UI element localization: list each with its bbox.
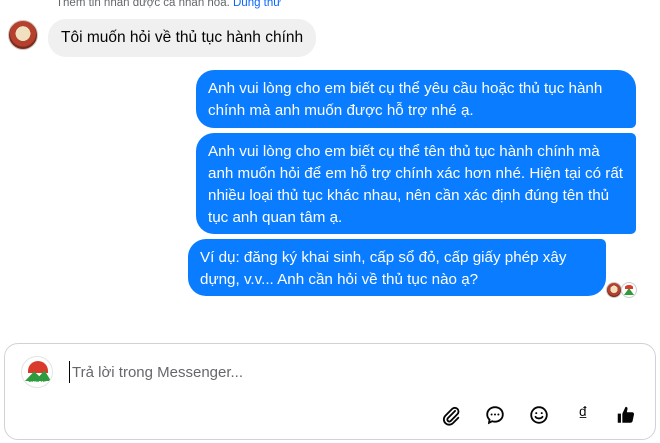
personalization-notice: Thêm tin nhắn được cá nhân hóa. Dùng thử xyxy=(56,0,281,9)
notice-text: Thêm tin nhắn được cá nhân hóa. xyxy=(56,0,230,9)
chat-bubble-icon[interactable] xyxy=(483,403,507,427)
thumbs-up-icon[interactable] xyxy=(614,403,638,427)
logo-text: BÁC ÁI xyxy=(28,378,46,384)
outgoing-message: Anh vui lòng cho em biết cụ thể tên thủ … xyxy=(196,133,636,234)
page-logo: BÁC ÁI xyxy=(21,356,53,388)
incoming-message: Tôi muốn hỏi về thủ tục hành chính xyxy=(48,19,317,57)
message-composer: BÁC ÁI ₫ xyxy=(4,343,656,440)
dong-currency-icon[interactable]: ₫ xyxy=(571,403,595,427)
seen-avatar xyxy=(606,282,622,298)
outgoing-message: Ví dụ: đăng ký khai sinh, cấp sổ đỏ, cấp… xyxy=(188,239,606,296)
emoji-icon[interactable] xyxy=(527,403,551,427)
outgoing-message: Anh vui lòng cho em biết cụ thể yêu cầu … xyxy=(196,70,636,128)
currency-symbol: ₫ xyxy=(578,404,588,425)
sender-avatar[interactable] xyxy=(8,20,38,50)
seen-avatar xyxy=(621,282,637,298)
paperclip-icon[interactable] xyxy=(439,403,463,427)
try-link[interactable]: Dùng thử xyxy=(233,0,281,9)
messenger-chat: Thêm tin nhắn được cá nhân hóa. Dùng thử… xyxy=(0,0,660,443)
reply-input[interactable] xyxy=(69,361,589,383)
